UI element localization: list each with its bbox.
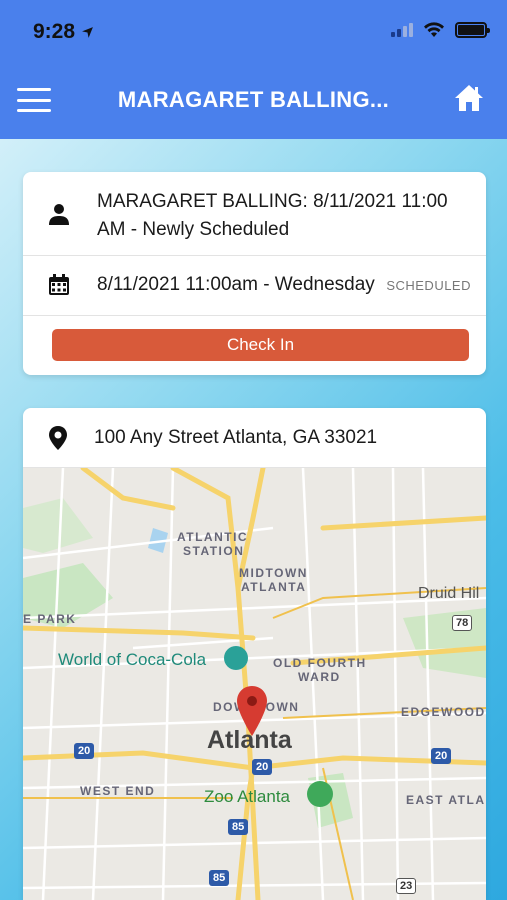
map-label-ward: WARD xyxy=(298,670,341,684)
time-text: 9:28 xyxy=(33,20,76,43)
zoo-icon xyxy=(307,781,333,807)
route-shield-20-west: 20 xyxy=(74,743,95,759)
address-text: 100 Any Street Atlanta, GA 33021 xyxy=(94,427,378,448)
appointment-summary-row: MARAGARET BALLING: 8/11/2021 11:00 AM - … xyxy=(23,172,486,256)
person-icon xyxy=(49,204,69,225)
map-label-park: E PARK xyxy=(23,612,77,626)
nav-bar: MARAGARET BALLING... xyxy=(0,70,507,130)
status-badge: SCHEDULED xyxy=(386,278,471,293)
map-graphic xyxy=(23,468,486,900)
route-shield-85-south: 85 xyxy=(209,870,230,886)
calendar-icon xyxy=(49,274,69,295)
route-shield-20-center: 20 xyxy=(252,759,273,775)
map-view[interactable]: ATLANTIC STATION MIDTOWN ATLANTA Druid H… xyxy=(23,468,486,900)
map-label-midtown: MIDTOWN xyxy=(239,566,308,580)
location-marker-icon[interactable] xyxy=(236,686,268,736)
camera-icon xyxy=(224,646,248,670)
app-header: 9:28 MARAGARET BALLING... xyxy=(0,0,507,139)
route-shield-85-north: 85 xyxy=(228,819,249,835)
appointment-date-row: 8/11/2021 11:00am - Wednesday SCHEDULED xyxy=(23,256,486,316)
map-label-zoo: Zoo Atlanta xyxy=(204,787,291,806)
home-icon[interactable] xyxy=(453,82,485,114)
check-in-button[interactable]: Check In xyxy=(52,329,469,361)
map-label-coca-cola: World of Coca-Cola xyxy=(58,650,207,669)
map-pin-icon xyxy=(49,426,67,450)
map-label-old-fourth: OLD FOURTH xyxy=(273,656,367,670)
map-label-druid-hills: Druid Hil xyxy=(418,585,480,602)
battery-icon xyxy=(455,22,490,38)
location-arrow-icon xyxy=(82,26,93,38)
wifi-icon xyxy=(424,22,444,37)
appointment-summary: MARAGARET BALLING: 8/11/2021 11:00 AM - … xyxy=(97,191,448,240)
page-title: MARAGARET BALLING... xyxy=(117,87,390,112)
location-card: 100 Any Street Atlanta, GA 33021 ATLANTI… xyxy=(23,408,486,900)
appointment-datetime: 8/11/2021 11:00am - Wednesday xyxy=(97,274,375,295)
appointment-card: MARAGARET BALLING: 8/11/2021 11:00 AM - … xyxy=(23,172,486,375)
status-time: 9:28 xyxy=(33,20,94,44)
map-label-station: STATION xyxy=(183,544,245,558)
status-icons xyxy=(391,22,490,38)
map-label-west-end: WEST END xyxy=(80,784,156,798)
map-label-edgewood: EDGEWOOD xyxy=(401,705,486,719)
map-label-east-atlanta: EAST ATLA xyxy=(406,793,486,807)
map-label-atlantic: ATLANTIC xyxy=(177,530,249,544)
map-label-atlanta-small: ATLANTA xyxy=(241,580,307,594)
address-row[interactable]: 100 Any Street Atlanta, GA 33021 xyxy=(23,408,486,468)
signal-icon xyxy=(391,23,413,37)
status-bar: 9:28 xyxy=(0,0,507,62)
route-shield-20-east: 20 xyxy=(431,748,452,764)
route-shield-78: 78 xyxy=(452,615,473,631)
route-shield-23: 23 xyxy=(396,878,417,894)
